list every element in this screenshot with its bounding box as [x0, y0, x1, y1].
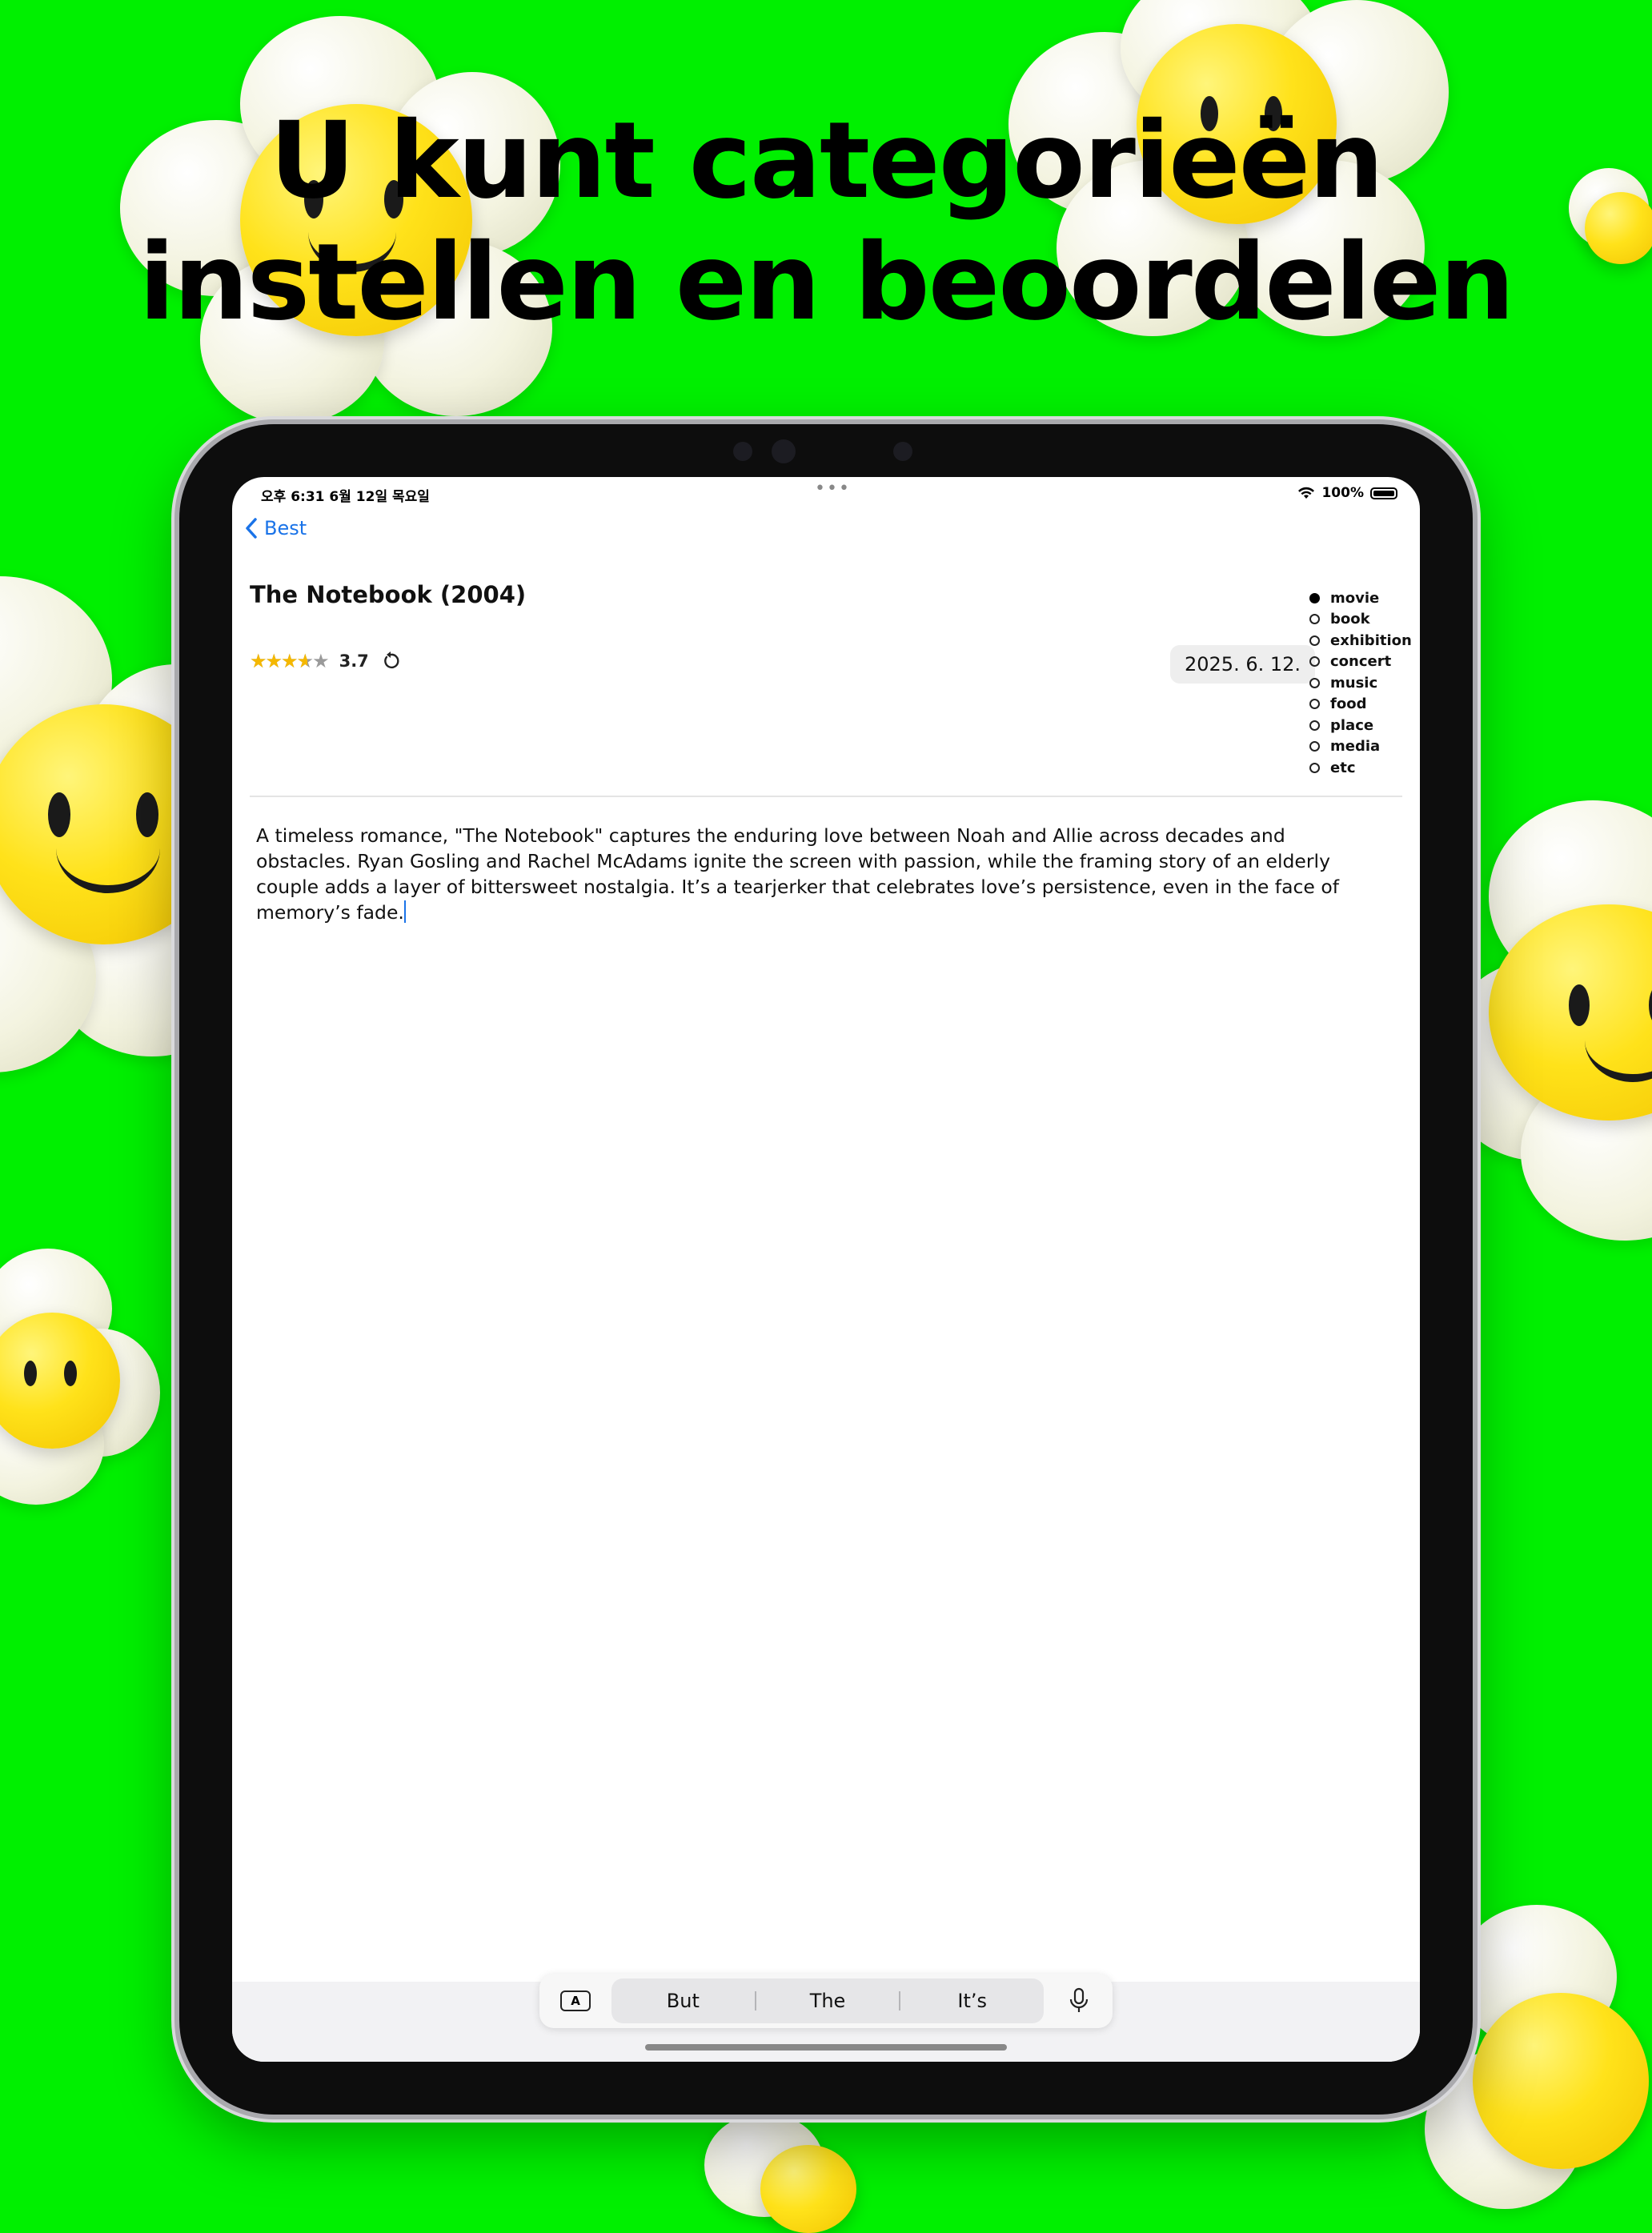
status-right: 100% [1297, 485, 1397, 501]
rating-value: 3.7 [339, 651, 369, 671]
category-option-book[interactable]: book [1309, 609, 1412, 631]
keyboard-toggle-icon[interactable]: A [560, 1990, 591, 2011]
radio-empty-icon [1309, 677, 1320, 688]
category-label: media [1330, 738, 1381, 756]
suggestions: But The It’s [611, 1978, 1044, 2023]
item-title[interactable]: The Notebook (2004) [250, 581, 526, 608]
category-label: exhibition [1330, 631, 1412, 649]
back-button[interactable]: Best [245, 517, 307, 539]
predictive-text-bar: A But The It’s [539, 1974, 1113, 2028]
radio-empty-icon [1309, 741, 1320, 752]
radio-empty-icon [1309, 656, 1320, 667]
headline-line-1: U kunt categorieën [269, 99, 1384, 222]
radio-empty-icon [1309, 635, 1320, 646]
category-radio-list: movie book exhibition concert music food place… [1309, 587, 1412, 779]
suggestion-2[interactable]: The [756, 1990, 900, 2012]
ipad-device: 오후 6:31 6월 12일 목요일 ••• 100% Best The Not… [179, 424, 1473, 2115]
category-label: etc [1330, 759, 1356, 776]
multitask-dots-icon[interactable]: ••• [815, 479, 851, 499]
headline: U kunt categorieën instellen en beoordel… [0, 100, 1652, 343]
suggestion-1[interactable]: But [611, 1990, 755, 2012]
battery-percent: 100% [1321, 485, 1364, 501]
category-option-place[interactable]: place [1309, 715, 1412, 736]
back-label: Best [264, 517, 307, 539]
divider [250, 796, 1402, 797]
star-fill: ★★★★★ [250, 650, 308, 672]
category-label: movie [1330, 589, 1380, 607]
app-screen: 오후 6:31 6월 12일 목요일 ••• 100% Best The Not… [232, 477, 1420, 2062]
smiley-flower-decoration [704, 2113, 912, 2233]
category-option-concert[interactable]: concert [1309, 651, 1412, 673]
camera-dot [772, 439, 796, 463]
smiley-flower-decoration [0, 1249, 160, 1505]
radio-empty-icon [1309, 762, 1320, 773]
camera-dot [893, 442, 912, 461]
status-bar: 오후 6:31 6월 12일 목요일 ••• 100% [232, 477, 1420, 509]
category-option-movie[interactable]: movie [1309, 587, 1412, 609]
radio-empty-icon [1309, 720, 1320, 731]
category-label: concert [1330, 653, 1392, 671]
category-label: place [1330, 716, 1374, 734]
text-cursor [403, 900, 406, 923]
category-option-food[interactable]: food [1309, 694, 1412, 716]
camera-dot [733, 442, 752, 461]
category-label: music [1330, 674, 1378, 692]
category-option-music[interactable]: music [1309, 672, 1412, 694]
category-label: book [1330, 611, 1370, 628]
category-option-media[interactable]: media [1309, 736, 1412, 758]
rating-row: ★★★★★ ★★★★★ 3.7 [250, 650, 401, 672]
suggestion-3[interactable]: It’s [900, 1990, 1044, 2012]
headline-line-2: instellen en beoordelen [138, 221, 1514, 344]
radio-empty-icon [1309, 614, 1320, 625]
radio-selected-icon [1309, 592, 1320, 603]
category-option-etc[interactable]: etc [1309, 757, 1412, 779]
category-option-exhibition[interactable]: exhibition [1309, 630, 1412, 651]
star-rating[interactable]: ★★★★★ ★★★★★ [250, 650, 330, 672]
radio-empty-icon [1309, 699, 1320, 710]
review-text: A timeless romance, "The Notebook" captu… [256, 824, 1339, 924]
battery-icon [1370, 487, 1397, 499]
wifi-icon [1298, 487, 1315, 499]
reset-icon[interactable] [380, 651, 401, 672]
review-text-area[interactable]: A timeless romance, "The Notebook" captu… [256, 823, 1385, 925]
category-label: food [1330, 696, 1367, 713]
home-indicator[interactable] [645, 2044, 1007, 2051]
date-picker[interactable]: 2025. 6. 12. [1170, 645, 1316, 684]
microphone-icon[interactable] [1068, 1987, 1090, 2015]
chevron-left-icon [246, 518, 257, 539]
status-time: 오후 6:31 6월 12일 목요일 [261, 489, 430, 505]
